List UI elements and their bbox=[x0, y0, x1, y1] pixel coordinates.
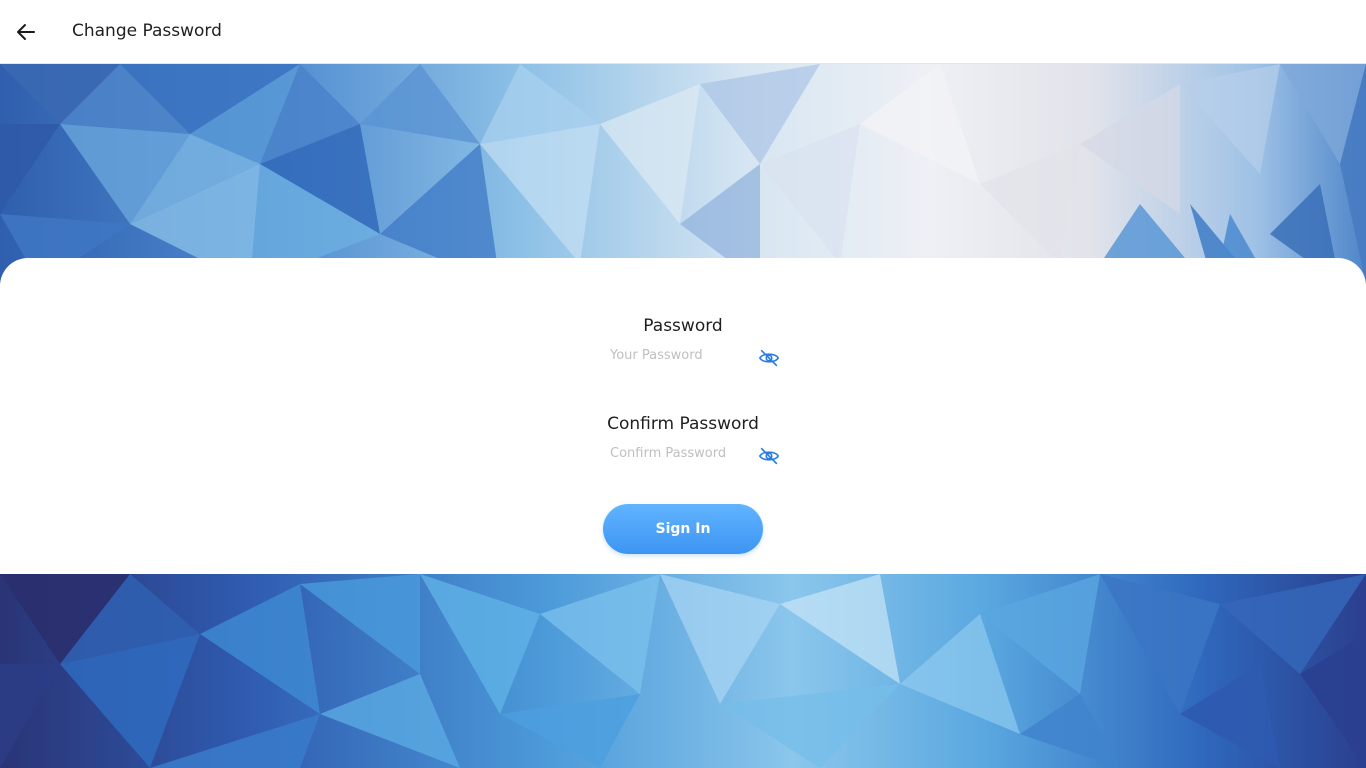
app-root: Change Password Password Confirm Passwor… bbox=[0, 0, 1366, 768]
eye-off-icon bbox=[758, 349, 780, 367]
eye-off-icon bbox=[758, 447, 780, 465]
password-label: Password bbox=[643, 316, 723, 336]
confirm-password-label: Confirm Password bbox=[607, 414, 759, 434]
low-poly-pattern-top bbox=[0, 64, 1366, 284]
app-header: Change Password bbox=[0, 0, 1366, 64]
page-title: Change Password bbox=[72, 21, 222, 41]
low-poly-pattern-bottom bbox=[0, 574, 1366, 768]
password-input[interactable] bbox=[610, 344, 750, 366]
back-button[interactable] bbox=[12, 18, 40, 46]
sign-in-button[interactable]: Sign In bbox=[603, 504, 763, 554]
bottom-background-banner bbox=[0, 574, 1366, 768]
confirm-password-input[interactable] bbox=[610, 442, 750, 464]
arrow-left-icon bbox=[17, 24, 35, 40]
change-password-card: Password Confirm Password Sign In bbox=[0, 258, 1366, 574]
top-background-banner bbox=[0, 64, 1366, 284]
confirm-password-visibility-toggle[interactable] bbox=[757, 444, 781, 468]
password-visibility-toggle[interactable] bbox=[757, 346, 781, 370]
